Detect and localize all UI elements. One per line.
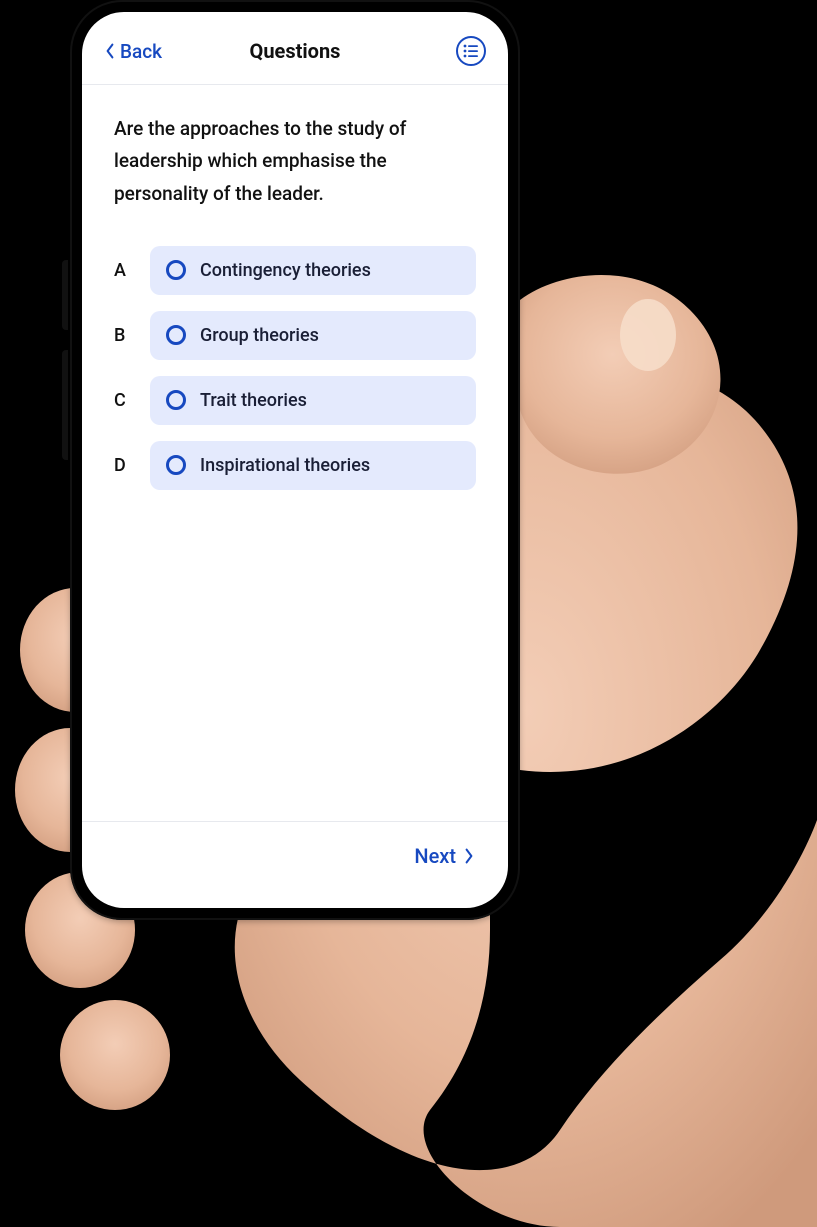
back-button[interactable]: Back	[104, 40, 162, 63]
next-label: Next	[414, 844, 456, 868]
app-header: Back Questions	[82, 12, 508, 84]
next-button[interactable]: Next	[414, 844, 474, 868]
chevron-left-icon	[104, 43, 116, 59]
phone-frame: Back Questions Are the approaches to the…	[70, 0, 520, 920]
option-row: C Trait theories	[114, 376, 476, 425]
chevron-right-icon	[464, 848, 474, 864]
option-label: Contingency theories	[200, 260, 371, 281]
question-content: Are the approaches to the study of leade…	[82, 85, 508, 821]
option-label: Inspirational theories	[200, 455, 370, 476]
radio-icon	[166, 260, 186, 280]
back-label: Back	[120, 40, 162, 63]
option-choice[interactable]: Contingency theories	[150, 246, 476, 295]
option-choice[interactable]: Inspirational theories	[150, 441, 476, 490]
radio-icon	[166, 455, 186, 475]
radio-icon	[166, 390, 186, 410]
option-choice[interactable]: Group theories	[150, 311, 476, 360]
option-letter: D	[114, 455, 132, 476]
phone-screen: Back Questions Are the approaches to the…	[82, 12, 508, 908]
option-letter: C	[114, 390, 132, 411]
options-list: A Contingency theories B Group theories C Tra…	[114, 246, 476, 490]
option-letter: A	[114, 260, 132, 281]
option-choice[interactable]: Trait theories	[150, 376, 476, 425]
option-row: B Group theories	[114, 311, 476, 360]
option-row: A Contingency theories	[114, 246, 476, 295]
list-icon	[463, 44, 479, 58]
question-text: Are the approaches to the study of leade…	[114, 113, 476, 210]
option-row: D Inspirational theories	[114, 441, 476, 490]
option-label: Group theories	[200, 325, 319, 346]
page-title: Questions	[250, 39, 341, 63]
app-footer: Next	[82, 821, 508, 908]
option-letter: B	[114, 325, 132, 346]
option-label: Trait theories	[200, 390, 307, 411]
list-menu-button[interactable]	[456, 36, 486, 66]
radio-icon	[166, 325, 186, 345]
